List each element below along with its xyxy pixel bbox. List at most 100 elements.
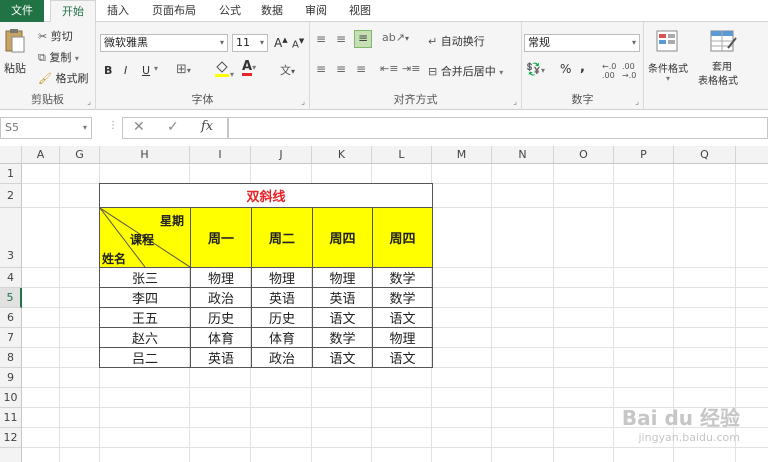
align-bottom-icon[interactable]: ≡ <box>354 30 372 48</box>
day-header-cell[interactable]: 周四 <box>313 208 373 268</box>
course-cell[interactable]: 数学 <box>313 328 372 347</box>
row-header-12[interactable]: 12 <box>0 428 22 448</box>
paste-label[interactable]: 粘贴 <box>4 60 26 76</box>
conditional-format-button[interactable] <box>656 30 682 57</box>
tab-insert[interactable]: 插入 <box>100 0 136 22</box>
row-header-7[interactable]: 7 <box>0 328 22 348</box>
course-cell[interactable]: 物理 <box>313 268 372 287</box>
course-cell[interactable]: 语文 <box>373 348 432 367</box>
orientation-icon[interactable]: ab↗▾ <box>382 31 409 44</box>
decrease-decimal-icon[interactable]: .00 →.0 <box>622 62 636 80</box>
border-icon[interactable]: ⊞▾ <box>176 62 191 77</box>
conditional-format-label[interactable]: 条件格式 <box>648 60 688 75</box>
formula-input[interactable] <box>228 117 768 139</box>
merge-center-button[interactable]: ⊟ 合并后居中 ▾ <box>428 63 503 79</box>
increase-decimal-icon[interactable]: ←.0.00 <box>602 62 616 80</box>
column-header-r[interactable] <box>736 146 768 164</box>
align-right-icon[interactable]: ≡ <box>356 62 366 76</box>
chevron-down-icon[interactable]: ▾ <box>666 74 670 83</box>
cut-button[interactable]: ✂ 剪切 <box>38 28 73 44</box>
column-header-p[interactable]: P <box>614 146 674 164</box>
row-header-5[interactable]: 5 <box>0 288 22 308</box>
column-header-j[interactable]: J <box>251 146 312 164</box>
tab-home[interactable]: 开始 <box>50 0 96 23</box>
tab-file[interactable]: 文件 <box>0 0 44 22</box>
grow-font-button[interactable]: A▲ <box>274 36 288 50</box>
bold-button[interactable]: B <box>104 64 112 77</box>
font-color-button[interactable]: A▾ <box>242 60 256 76</box>
row-header-9[interactable]: 9 <box>0 368 22 388</box>
course-cell[interactable]: 数学 <box>373 268 432 287</box>
align-top-icon[interactable]: ≡ <box>316 32 326 46</box>
select-all-corner[interactable] <box>0 146 22 164</box>
student-name[interactable]: 吕二 <box>100 348 190 367</box>
decrease-indent-icon[interactable]: ⇤≡ <box>380 62 398 75</box>
row-header-13[interactable] <box>0 448 22 462</box>
course-cell[interactable]: 数学 <box>373 288 432 307</box>
format-as-table-label-2[interactable]: 表格格式 <box>698 72 738 87</box>
row-header-10[interactable]: 10 <box>0 388 22 408</box>
table-title-cell[interactable]: 双斜线 <box>100 184 433 208</box>
row-header-1[interactable]: 1 <box>0 164 22 184</box>
align-center-icon[interactable]: ≡ <box>336 62 346 76</box>
diagonal-header-cell[interactable]: 星期 课程 姓名 <box>100 208 191 268</box>
format-as-table-label-1[interactable]: 套用 <box>712 58 732 73</box>
column-header-l[interactable]: L <box>372 146 432 164</box>
column-header-m[interactable]: M <box>432 146 492 164</box>
course-cell[interactable]: 物理 <box>191 268 251 287</box>
day-header-cell[interactable]: 周四 <box>373 208 433 268</box>
course-cell[interactable]: 体育 <box>252 328 312 347</box>
course-cell[interactable]: 物理 <box>373 328 432 347</box>
comma-button[interactable]: , <box>580 60 585 75</box>
format-as-table-button[interactable] <box>710 30 738 57</box>
font-name-select[interactable]: 微软雅黑 ▾ <box>100 34 228 52</box>
wrap-text-button[interactable]: ↵ 自动换行 <box>428 33 485 49</box>
column-header-h[interactable]: H <box>100 146 190 164</box>
currency-icon[interactable]: 💱▾ <box>526 62 545 76</box>
row-header-6[interactable]: 6 <box>0 308 22 328</box>
course-cell[interactable]: 历史 <box>252 308 312 327</box>
dialog-launcher-icon[interactable]: ⌟ <box>87 97 91 106</box>
day-header-cell[interactable]: 周二 <box>252 208 313 268</box>
course-cell[interactable]: 语文 <box>313 308 372 327</box>
student-name[interactable]: 王五 <box>100 308 190 327</box>
day-header-cell[interactable]: 周一 <box>191 208 252 268</box>
align-left-icon[interactable]: ≡ <box>316 62 326 76</box>
column-header-a[interactable]: A <box>22 146 60 164</box>
row-header-4[interactable]: 4 <box>0 268 22 288</box>
course-cell[interactable]: 历史 <box>191 308 251 327</box>
increase-indent-icon[interactable]: ⇥≡ <box>402 62 420 75</box>
chevron-down-icon[interactable]: ▾ <box>154 64 158 73</box>
underline-button[interactable]: U <box>142 64 150 77</box>
dialog-launcher-icon[interactable]: ⌟ <box>301 97 305 106</box>
tab-review[interactable]: 审阅 <box>298 0 334 22</box>
paste-button[interactable] <box>4 28 30 58</box>
align-middle-icon[interactable]: ≡ <box>336 32 346 46</box>
row-header-11[interactable]: 11 <box>0 408 22 428</box>
course-cell[interactable]: 体育 <box>191 328 251 347</box>
student-name[interactable]: 李四 <box>100 288 190 307</box>
cancel-icon[interactable]: ✕ <box>133 119 145 135</box>
student-name[interactable]: 张三 <box>100 268 190 287</box>
font-size-select[interactable]: 11 ▾ <box>232 34 268 52</box>
insert-function-icon[interactable]: fx <box>201 119 213 134</box>
format-painter-button[interactable]: 🖌 格式刷 <box>38 70 88 86</box>
number-format-select[interactable]: 常规 ▾ <box>524 34 640 52</box>
tab-formulas[interactable]: 公式 <box>212 0 248 22</box>
course-cell[interactable]: 英语 <box>191 348 251 367</box>
tab-page-layout[interactable]: 页面布局 <box>144 0 204 22</box>
course-cell[interactable]: 英语 <box>252 288 312 307</box>
course-cell[interactable]: 英语 <box>313 288 372 307</box>
course-cell[interactable]: 语文 <box>373 308 432 327</box>
tab-view[interactable]: 视图 <box>342 0 378 22</box>
course-cell[interactable]: 政治 <box>191 288 251 307</box>
column-header-q[interactable]: Q <box>674 146 736 164</box>
name-box[interactable]: S5 ▾ <box>0 117 92 139</box>
column-header-o[interactable]: O <box>554 146 614 164</box>
shrink-font-button[interactable]: A▼ <box>292 37 304 50</box>
dialog-launcher-icon[interactable]: ⌟ <box>513 97 517 106</box>
row-header-8[interactable]: 8 <box>0 348 22 368</box>
row-header-3[interactable]: 3 <box>0 208 22 268</box>
italic-button[interactable]: I <box>124 64 127 77</box>
course-cell[interactable]: 语文 <box>313 348 372 367</box>
